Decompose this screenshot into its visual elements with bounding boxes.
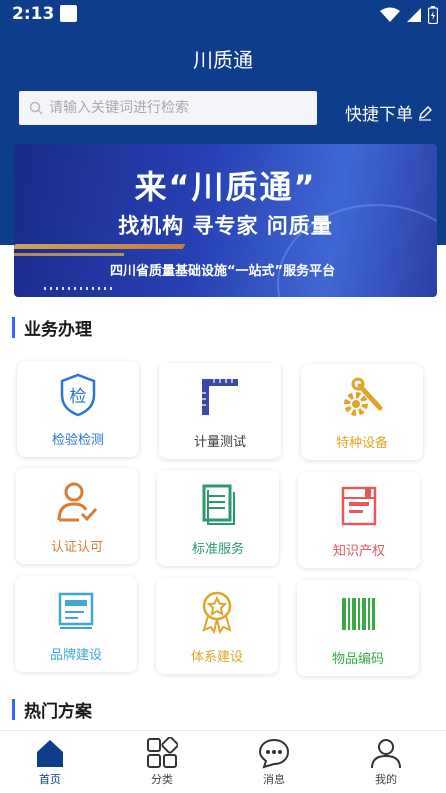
award-icon xyxy=(156,590,278,634)
search-input[interactable] xyxy=(49,100,299,116)
nav-category[interactable]: 分类 xyxy=(132,731,192,793)
document-icon xyxy=(157,482,279,526)
status-time: 2:13 xyxy=(12,4,55,24)
banner-decoration-stripe xyxy=(14,253,124,256)
home-icon xyxy=(37,740,63,767)
banner-decoration-stripe xyxy=(14,244,186,249)
quick-order-button[interactable]: 快捷下单 xyxy=(345,100,433,125)
business-section-header: 业务办理 xyxy=(12,315,92,340)
tile-brand-building[interactable]: 品牌建设 xyxy=(15,576,137,672)
status-icons xyxy=(380,6,438,24)
tile-label: 知识产权 xyxy=(332,544,385,559)
nav-label: 分类 xyxy=(151,773,173,786)
battery-icon xyxy=(428,6,438,24)
tile-label: 标准服务 xyxy=(191,542,244,557)
banner-indicator xyxy=(44,287,114,290)
tile-certification[interactable]: 认证认可 xyxy=(16,468,138,564)
banner-subtitle: 找机构 寻专家 问质量 xyxy=(118,214,333,238)
category-icon xyxy=(147,737,178,768)
tile-metrology[interactable]: 计量测试 xyxy=(159,363,281,459)
signal-icon xyxy=(407,8,421,22)
gear-wrench-icon xyxy=(301,376,423,420)
notification-icon xyxy=(60,5,77,22)
nav-profile[interactable]: 我的 xyxy=(356,731,416,793)
banner-title: 来“川质通” xyxy=(134,168,317,206)
status-bar: 2:13 xyxy=(0,0,446,30)
message-icon xyxy=(258,738,290,769)
nav-label: 首页 xyxy=(39,773,61,786)
tile-label: 体系建设 xyxy=(190,650,243,665)
search-box[interactable] xyxy=(19,91,317,125)
wifi-icon xyxy=(380,7,400,22)
tile-label: 计量测试 xyxy=(193,435,246,450)
section-accent-bar xyxy=(12,317,15,338)
book-icon xyxy=(298,484,420,528)
business-section-title: 业务办理 xyxy=(24,320,92,340)
search-icon xyxy=(29,101,43,115)
tile-inspection-testing[interactable]: 检 检验检测 xyxy=(17,361,139,457)
tile-system-building[interactable]: 体系建设 xyxy=(156,578,278,674)
nav-messages[interactable]: 消息 xyxy=(244,731,304,793)
brand-board-icon xyxy=(15,588,137,632)
tile-label: 品牌建设 xyxy=(49,648,102,663)
barcode-icon xyxy=(297,592,419,636)
nav-label: 消息 xyxy=(263,773,285,786)
tile-item-coding[interactable]: 物品编码 xyxy=(297,580,419,676)
tile-label: 特种设备 xyxy=(335,436,388,451)
profile-icon xyxy=(371,739,401,769)
pen-icon xyxy=(419,105,432,121)
tile-label: 物品编码 xyxy=(331,652,384,667)
ruler-icon xyxy=(159,375,281,419)
banner-footer: 四川省质量基础设施“一站式”服务平台 xyxy=(110,264,336,279)
nav-home[interactable]: 首页 xyxy=(20,731,80,793)
promo-banner[interactable]: 来“川质通” 找机构 寻专家 问质量 四川省质量基础设施“一站式”服务平台 xyxy=(14,144,437,297)
hot-section-title: 热门方案 xyxy=(24,702,92,722)
app-title: 川质通 xyxy=(193,48,253,72)
nav-label: 我的 xyxy=(375,773,397,786)
svg-text:检: 检 xyxy=(70,387,87,407)
tile-special-equipment[interactable]: 特种设备 xyxy=(301,364,423,460)
tile-label: 检验检测 xyxy=(51,433,104,448)
tile-label: 认证认可 xyxy=(50,540,103,555)
hot-section-header: 热门方案 xyxy=(12,697,92,722)
quick-order-label: 快捷下单 xyxy=(345,105,413,125)
tile-intellectual-property[interactable]: 知识产权 xyxy=(298,472,420,568)
tile-standard-service[interactable]: 标准服务 xyxy=(157,470,279,566)
shield-check-icon: 检 xyxy=(17,373,139,417)
user-check-icon xyxy=(16,480,138,524)
section-accent-bar xyxy=(12,699,15,720)
bottom-nav: 首页 分类 消息 我的 xyxy=(0,730,446,793)
